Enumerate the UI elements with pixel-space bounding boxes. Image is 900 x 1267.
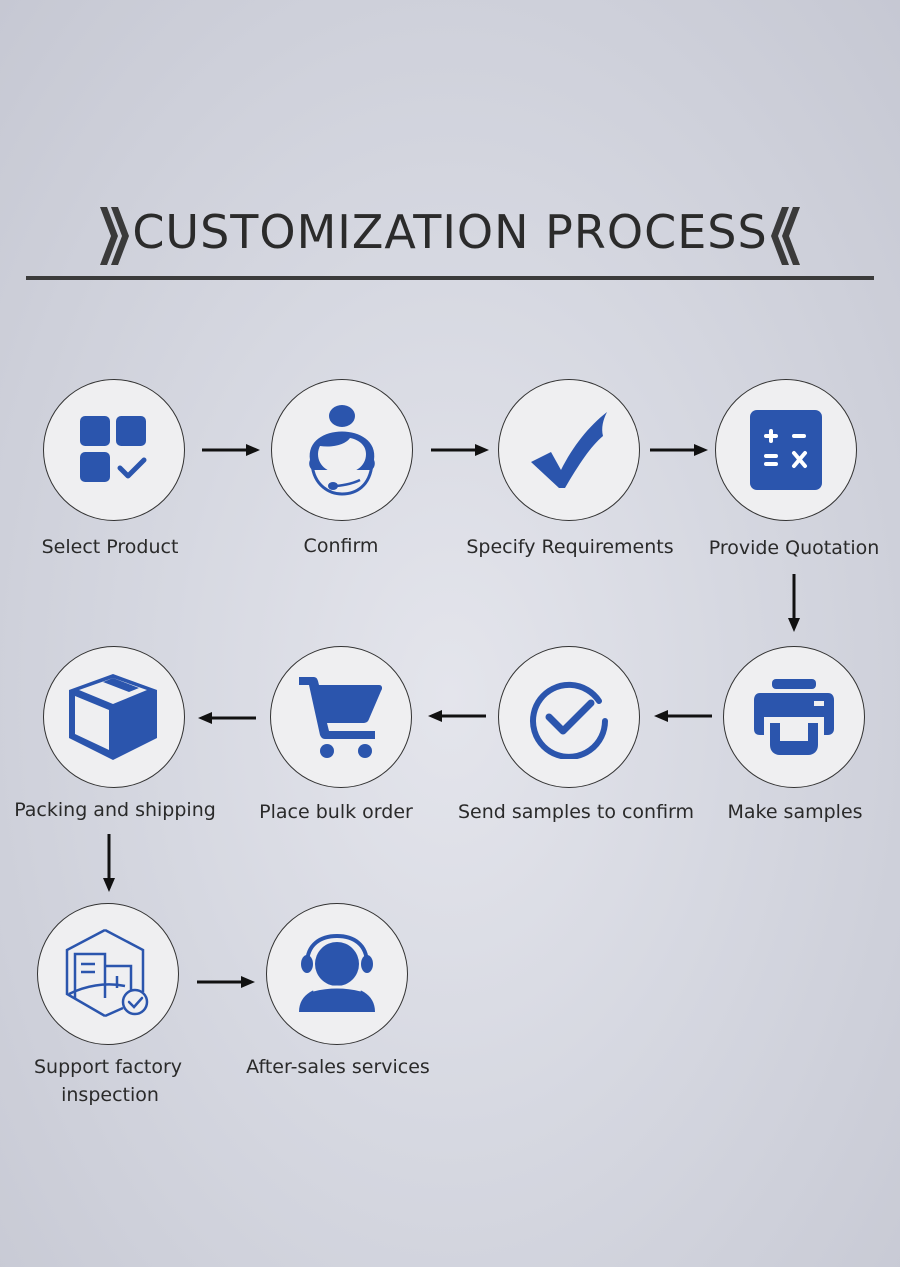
step-select-product (43, 379, 185, 521)
step-provide-quotation (715, 379, 857, 521)
step-make-samples (723, 646, 865, 788)
arrow-left-icon (654, 710, 712, 722)
step-label: Send samples to confirm (457, 801, 695, 823)
arrow-down-icon (788, 574, 800, 632)
step-label: Specify Requirements (466, 536, 674, 558)
grid-check-icon (80, 416, 147, 482)
arrow-left-icon (428, 710, 486, 722)
title-divider (26, 276, 874, 280)
step-packing-shipping (43, 646, 185, 788)
step-confirm (271, 379, 413, 521)
circle-check-icon (530, 681, 608, 759)
printer-icon (754, 679, 834, 755)
arrow-right-icon (650, 444, 708, 456)
step-label: Packing and shipping (14, 799, 216, 821)
step-label: After-sales services (246, 1056, 430, 1078)
arrow-right-icon (197, 976, 255, 988)
checkmark-icon (531, 412, 607, 488)
calculator-icon (750, 410, 822, 490)
arrow-left-icon (198, 712, 256, 724)
double-chevron-left-icon (770, 206, 800, 265)
shopping-cart-icon (299, 677, 383, 758)
step-label: Place bulk order (259, 801, 413, 823)
arrow-down-icon (103, 834, 115, 892)
step-specify-requirements (498, 379, 640, 521)
step-place-bulk-order (270, 646, 412, 788)
step-label: Provide Quotation (708, 537, 880, 559)
box-icon (69, 674, 157, 760)
step-label-line1: Support factory (33, 1056, 183, 1078)
headset-agent-icon (309, 405, 375, 496)
step-factory-inspection (37, 903, 179, 1045)
step-send-samples (498, 646, 640, 788)
step-label: Select Product (41, 536, 179, 558)
double-chevron-right-icon (100, 206, 130, 265)
title-text: CUSTOMIZATION PROCESS (132, 205, 768, 259)
customer-service-icon (299, 934, 375, 1012)
arrow-right-icon (431, 444, 489, 456)
step-label: Confirm (303, 535, 379, 557)
arrow-right-icon (202, 444, 260, 456)
step-label: Make samples (727, 801, 863, 823)
step-label-line2: inspection (61, 1084, 159, 1106)
step-after-sales (266, 903, 408, 1045)
page-title: CUSTOMIZATION PROCESS (0, 200, 900, 267)
factory-inspection-icon (65, 928, 149, 1018)
